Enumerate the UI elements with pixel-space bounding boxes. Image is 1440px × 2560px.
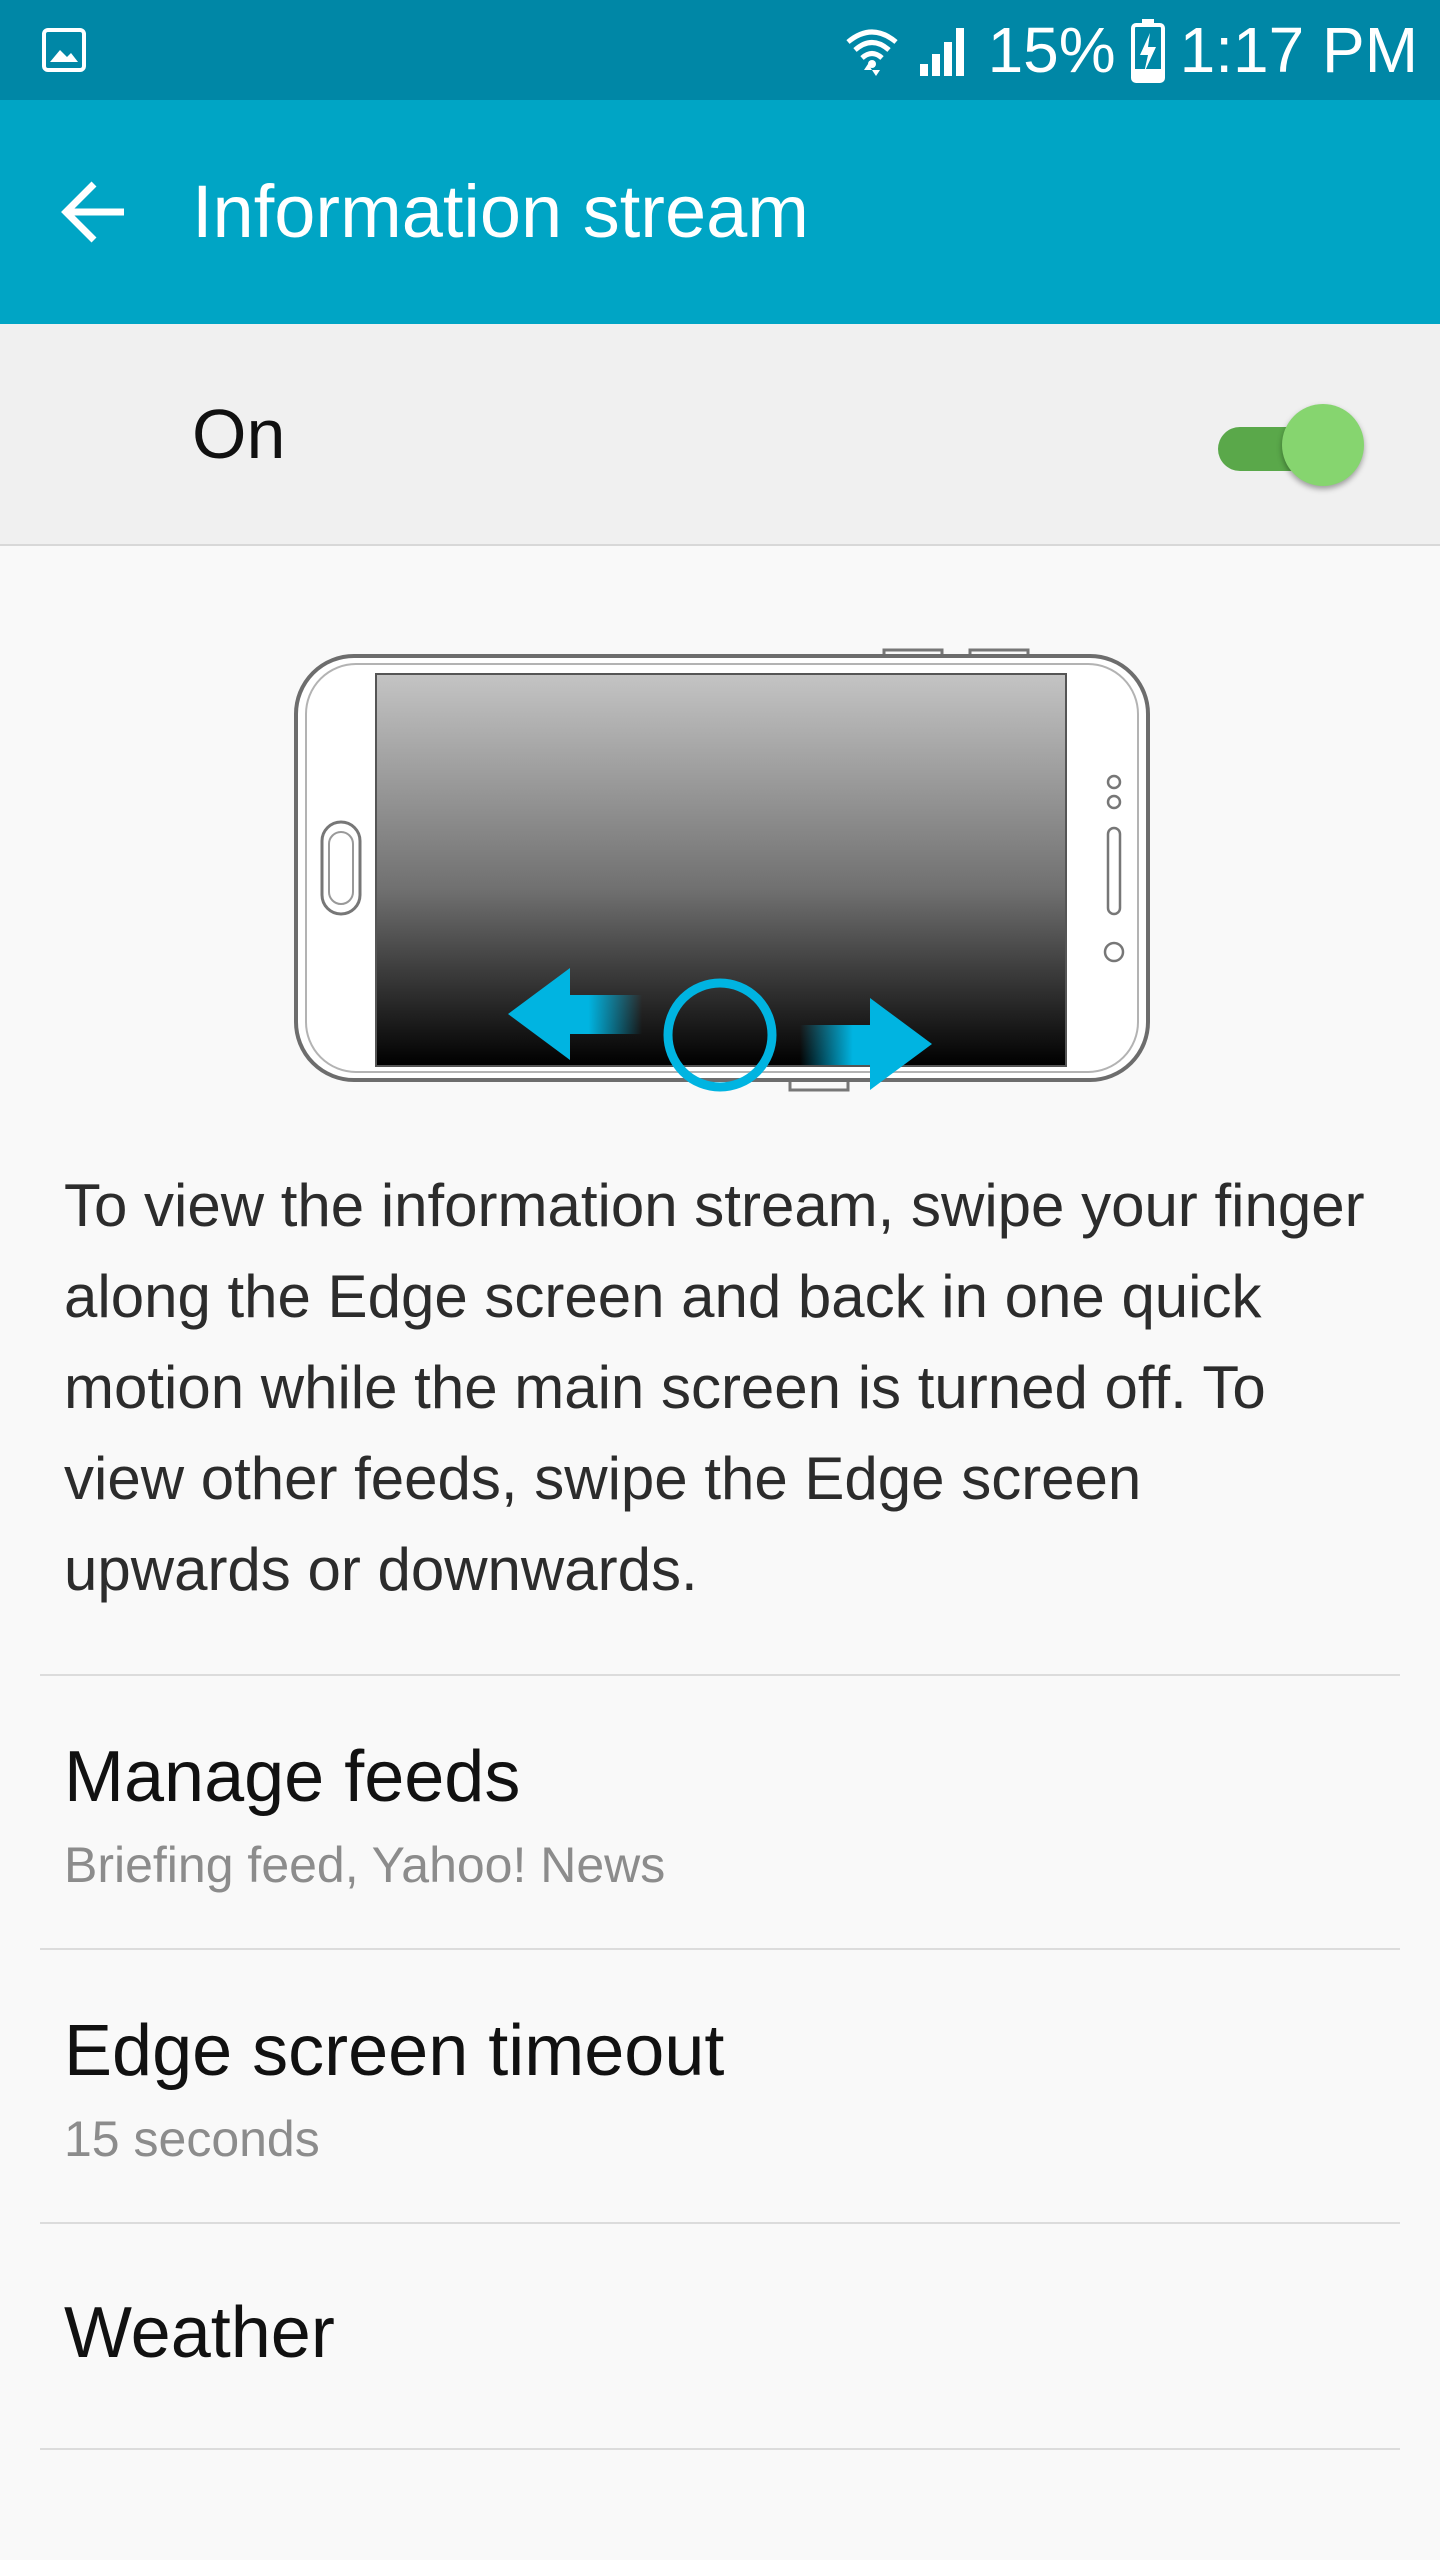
list-item-edge-screen-timeout[interactable]: Edge screen timeout 15 seconds	[0, 1950, 1440, 2222]
master-switch-label: On	[192, 395, 286, 473]
list-item-title: Edge screen timeout	[64, 2011, 725, 2091]
master-switch-row[interactable]: On	[0, 324, 1440, 546]
list-item-weather[interactable]: Weather	[0, 2224, 1440, 2448]
list-item-title: Manage feeds	[64, 1737, 521, 1817]
battery-percent: 15%	[987, 14, 1116, 86]
list-item-subtitle: Briefing feed, Yahoo! News	[64, 1837, 666, 1893]
description-text: To view the information stream, swipe yo…	[64, 1172, 1365, 1603]
battery-charging-icon	[1130, 19, 1165, 83]
status-bar: 15% 1:17 PM	[0, 0, 1440, 100]
list-item-title: Weather	[64, 2293, 335, 2373]
divider	[40, 2448, 1400, 2450]
app-bar: Information stream	[0, 100, 1440, 324]
wifi-icon	[845, 29, 898, 76]
page-title: Information stream	[192, 170, 809, 253]
back-button[interactable]	[40, 156, 152, 268]
arrow-left-icon	[61, 181, 124, 243]
master-toggle-switch[interactable]	[1218, 400, 1368, 490]
phone-edge-swipe-illustration	[294, 648, 1150, 1092]
list-item-manage-feeds[interactable]: Manage feeds Briefing feed, Yahoo! News	[0, 1676, 1440, 1948]
gallery-icon	[42, 28, 86, 72]
list-item-subtitle: 15 seconds	[64, 2111, 320, 2167]
signal-icon	[919, 28, 964, 76]
switch-thumb	[1282, 404, 1364, 486]
clock: 1:17 PM	[1179, 14, 1418, 86]
